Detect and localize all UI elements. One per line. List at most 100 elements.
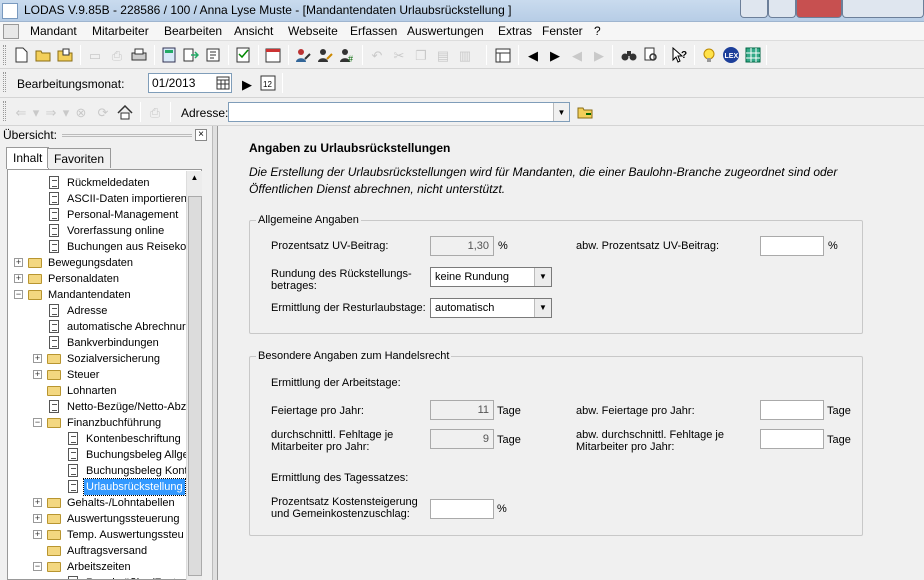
abw-absence-input[interactable] [760, 429, 824, 449]
expand-icon[interactable]: + [14, 258, 23, 267]
collapse-icon[interactable]: − [33, 562, 42, 571]
form-view-icon[interactable] [494, 46, 512, 64]
tab-favoriten[interactable]: Favoriten [47, 148, 112, 168]
find-icon[interactable] [642, 46, 660, 64]
cut-icon[interactable]: ✂ [390, 46, 408, 64]
tree-item[interactable]: Bankverbindungen [8, 335, 188, 351]
tree-item[interactable]: − Arbeitszeiten [8, 559, 188, 575]
open-folder-icon[interactable] [34, 46, 52, 64]
employee-notes-icon[interactable] [316, 46, 334, 64]
tree-item[interactable]: Buchungsbeleg Konte [8, 463, 194, 479]
expand-icon[interactable]: + [33, 354, 42, 363]
tree-item[interactable]: Netto-Bezüge/Netto-Abz [8, 399, 188, 415]
mdi-document-icon[interactable] [3, 24, 19, 39]
employee-edit-icon[interactable] [294, 46, 312, 64]
previous-record-icon[interactable]: ◀ [524, 46, 542, 64]
tree-item[interactable]: + Auswertungssteuerung [8, 511, 188, 527]
refresh-icon[interactable]: ⟳ [94, 103, 112, 121]
expand-icon[interactable]: + [33, 498, 42, 507]
tree-item[interactable]: Rückmeldedaten [8, 175, 188, 191]
chevron-down-icon[interactable]: ▼ [534, 268, 551, 286]
next-month-icon[interactable]: ▶ [238, 75, 256, 93]
employee-number-icon[interactable]: # [338, 46, 356, 64]
menu-bearbeiten[interactable]: Bearbeiten [164, 24, 222, 38]
current-month-icon[interactable]: 12 [259, 74, 277, 92]
tree-item[interactable]: + Steuer [8, 367, 188, 383]
go-folder-icon[interactable] [576, 103, 594, 121]
calendar-picker-icon[interactable] [214, 74, 232, 92]
tree-item[interactable]: + Personaldaten [8, 271, 188, 287]
checklist-icon[interactable] [234, 46, 252, 64]
delete-icon[interactable]: ▥ [456, 46, 474, 64]
undo-icon[interactable]: ↶ [368, 46, 386, 64]
calc-icon[interactable] [160, 46, 178, 64]
menu-erfassen[interactable]: Erfassen [350, 24, 397, 38]
address-dropdown-icon[interactable]: ▼ [553, 103, 569, 121]
abw-holidays-input[interactable] [760, 400, 824, 420]
rounding-select[interactable]: keine Rundung ▼ [430, 267, 552, 287]
menu-help[interactable]: ? [594, 24, 601, 38]
tree-item[interactable]: automatische Abrechnur [8, 319, 188, 335]
home-icon[interactable] [116, 103, 134, 121]
print-preview-icon[interactable] [130, 46, 148, 64]
expand-icon[interactable]: + [33, 370, 42, 379]
tree-item[interactable]: Buchungsbeleg Allge [8, 447, 189, 463]
tree-item[interactable]: − Mandantendaten [8, 287, 188, 303]
menu-ansicht[interactable]: Ansicht [234, 24, 273, 38]
close-window-button[interactable] [796, 0, 842, 18]
tree-item[interactable]: Urlaubsrückstellung [8, 478, 188, 496]
print-icon[interactable]: ⎙ [108, 46, 126, 64]
tab-inhalt[interactable]: Inhalt [6, 147, 50, 169]
lex-icon[interactable]: LEX [722, 46, 740, 64]
expand-icon[interactable]: + [14, 274, 23, 283]
menu-mandant[interactable]: Mandant [30, 24, 77, 38]
last-record-icon[interactable]: ▶ [590, 46, 608, 64]
print-page-icon[interactable]: ⎙ [146, 103, 164, 121]
collapse-icon[interactable]: − [14, 290, 23, 299]
tree-item[interactable]: + Gehalts-/Lohntabellen [8, 495, 188, 511]
scroll-thumb[interactable] [188, 196, 202, 576]
menu-fenster[interactable]: Fenster [542, 24, 583, 38]
first-record-icon[interactable]: ◀ [568, 46, 586, 64]
abw-uv-rate-input[interactable] [760, 236, 824, 256]
tree-item[interactable]: Regelmäßige/Feste A [8, 575, 192, 579]
transfer-icon[interactable] [182, 46, 200, 64]
tree-item[interactable]: + Bewegungsdaten [8, 255, 188, 271]
tree-item[interactable]: ASCII-Daten importieren [8, 191, 188, 207]
collapse-icon[interactable]: − [33, 418, 42, 427]
stop-icon[interactable]: ⊗ [72, 103, 90, 121]
new-document-icon[interactable] [12, 46, 30, 64]
expand-icon[interactable]: + [33, 530, 42, 539]
tree-item[interactable]: Auftragsversand [8, 543, 188, 559]
tree-item[interactable]: Kontenbeschriftung [8, 431, 188, 447]
stamp-icon[interactable] [204, 46, 222, 64]
maximize-button[interactable] [768, 0, 796, 18]
minimize-button[interactable] [740, 0, 768, 18]
tree-item[interactable]: − Finanzbuchführung [8, 415, 188, 431]
chevron-down-icon[interactable]: ▼ [534, 299, 551, 317]
open-file-icon[interactable] [56, 46, 74, 64]
paste-icon[interactable]: ▤ [434, 46, 452, 64]
tree-item[interactable]: + Temp. Auswertungssteu [8, 527, 188, 543]
expand-icon[interactable]: + [33, 514, 42, 523]
search-binoculars-icon[interactable] [620, 46, 638, 64]
close-panel-icon[interactable]: × [195, 129, 207, 141]
archive-icon[interactable]: ▭ [86, 46, 104, 64]
info-grid-icon[interactable] [744, 46, 762, 64]
tree-item[interactable]: Adresse [8, 303, 188, 319]
address-input[interactable]: ▼ [228, 102, 570, 122]
next-record-icon[interactable]: ▶ [546, 46, 564, 64]
tree-item[interactable]: Buchungen aus Reisekos [8, 239, 192, 255]
menu-extras[interactable]: Extras [498, 24, 532, 38]
tree-item[interactable]: Vorerfassung online [8, 223, 188, 239]
copy-icon[interactable]: ❐ [412, 46, 430, 64]
context-help-icon[interactable]: ? [670, 46, 688, 64]
tree-scrollbar[interactable]: ▲ [186, 171, 202, 580]
menu-auswertungen[interactable]: Auswertungen [407, 24, 484, 38]
remaining-days-select[interactable]: automatisch ▼ [430, 298, 552, 318]
tree-item[interactable]: Personal-Management [8, 207, 188, 223]
tree-item[interactable]: Lohnarten [8, 383, 188, 399]
tip-lightbulb-icon[interactable] [700, 46, 718, 64]
menu-webseite[interactable]: Webseite [288, 24, 338, 38]
tree-item[interactable]: + Sozialversicherung [8, 351, 188, 367]
